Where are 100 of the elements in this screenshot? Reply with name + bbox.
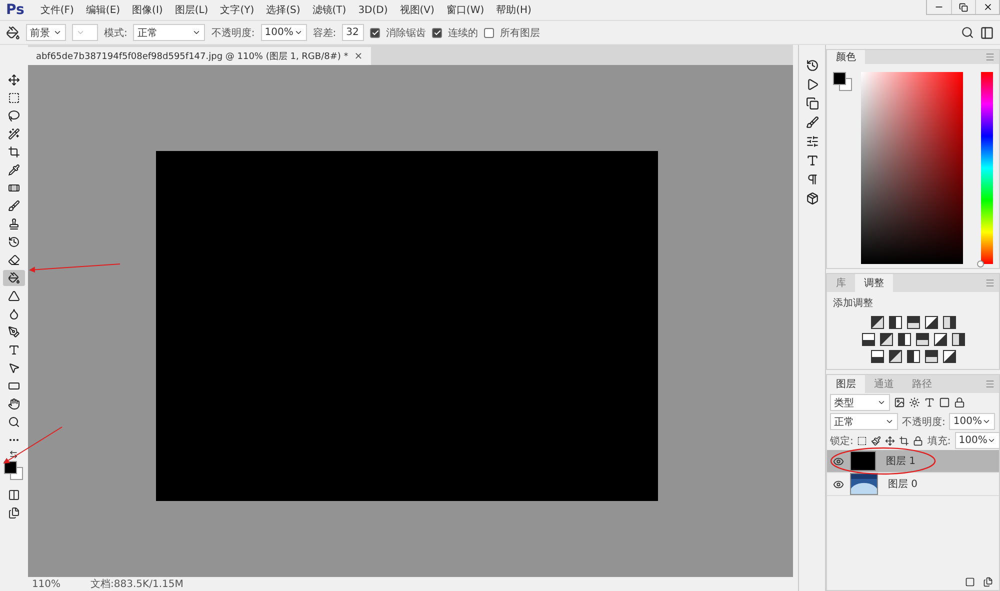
transform-icon[interactable] — [939, 397, 950, 408]
adjustment-icon[interactable] — [862, 333, 874, 346]
eye-icon[interactable] — [833, 456, 844, 466]
adjustment-icon[interactable] — [906, 316, 920, 329]
adjustment-icon[interactable] — [916, 333, 928, 346]
adjustment-icon[interactable] — [924, 350, 938, 363]
close-icon[interactable] — [982, 2, 992, 12]
adjustment-icon[interactable] — [888, 316, 902, 329]
caret-icon — [987, 436, 996, 445]
menu-item[interactable]: 视图(V) — [396, 3, 438, 17]
fill-field[interactable]: 100% — [954, 432, 1000, 449]
menu-item[interactable]: 选择(S) — [262, 3, 304, 17]
panel-heading: 添加调整 — [832, 296, 874, 311]
sliders-icon[interactable] — [806, 135, 819, 148]
play-icon[interactable] — [806, 78, 819, 91]
caret-icon — [877, 398, 886, 407]
color-field[interactable] — [861, 72, 963, 264]
annotation-arrow — [3, 426, 62, 464]
close-tab-icon[interactable]: × — [354, 50, 363, 62]
layer-thumbnail — [850, 451, 876, 471]
history-icon[interactable] — [806, 59, 819, 72]
adjustment-icon[interactable] — [888, 350, 902, 363]
zoom-level: 110% — [32, 578, 61, 590]
menu-item[interactable]: 图层(L) — [170, 3, 212, 17]
adjustment-icon[interactable] — [942, 350, 956, 363]
checkbox-label: 所有图层 — [500, 26, 540, 40]
adjustment-icon[interactable] — [880, 333, 892, 346]
panel-tab[interactable]: 颜色 — [827, 50, 865, 64]
tolerance-field[interactable]: 32 — [342, 24, 364, 41]
quick-mask-icon[interactable] — [8, 489, 20, 501]
color-swatches-drawing[interactable] — [4, 461, 24, 481]
paint-bucket-icon[interactable] — [6, 26, 20, 40]
adjustment-icon[interactable] — [870, 350, 884, 363]
brush-icon[interactable] — [871, 436, 882, 446]
menu-item[interactable]: 图像(I) — [128, 3, 167, 17]
panel-tab[interactable]: 图层 — [827, 375, 865, 393]
fill-label: 填充: — [927, 434, 951, 448]
restore-icon[interactable] — [959, 2, 968, 12]
adjustment-icon[interactable] — [942, 316, 956, 329]
checkbox-label: 连续的 — [448, 26, 478, 40]
search-icon[interactable] — [961, 26, 974, 39]
menu-item[interactable]: 文件(F) — [36, 3, 78, 17]
mode-label: 模式: — [104, 26, 128, 40]
menu-item[interactable]: 窗口(W) — [442, 3, 488, 17]
workspace-icon[interactable] — [980, 26, 994, 40]
crop-icon[interactable] — [899, 436, 910, 446]
adjustment-icon[interactable] — [934, 333, 946, 346]
pilcrow-icon[interactable] — [806, 173, 819, 186]
caret-icon — [294, 28, 303, 37]
checkbox[interactable] — [484, 28, 494, 38]
layer-row[interactable]: 图层 1 — [827, 450, 999, 473]
lock-icon[interactable] — [954, 397, 965, 408]
swap-colors-icon[interactable] — [9, 450, 18, 459]
fill-source-select[interactable]: 前景 — [26, 24, 66, 41]
checkbox[interactable] — [370, 28, 380, 38]
slider-thumb[interactable] — [976, 260, 984, 268]
app-logo: Ps — [6, 2, 24, 18]
menu-item[interactable]: 3D(D) — [354, 4, 392, 16]
document-size: 文档:883.5K/1.15M — [90, 578, 184, 591]
mask-icon[interactable] — [965, 577, 975, 587]
menu-item[interactable]: 帮助(H) — [492, 3, 536, 17]
menu-item[interactable]: 滤镜(T) — [308, 3, 350, 17]
screen-mode-icon[interactable] — [8, 507, 20, 519]
tolerance-label: 容差: — [312, 26, 336, 40]
type-icon[interactable] — [924, 397, 935, 408]
paint-bucket-icon[interactable] — [2, 270, 25, 286]
checker-icon[interactable] — [857, 436, 868, 446]
layer-name: 图层 1 — [886, 455, 916, 468]
color-swatches-drawing[interactable] — [833, 72, 853, 92]
document-tab[interactable]: abf65de7b387194f5f08ef98d595f147.jpg @ 110% (图层 1, RGB/8#) * × — [28, 47, 371, 65]
package-icon[interactable] — [806, 192, 819, 205]
clone-icon[interactable] — [806, 97, 819, 110]
checkbox-label: 消除锯齿 — [386, 26, 426, 40]
move-icon[interactable] — [885, 436, 896, 446]
caret-icon — [982, 417, 992, 426]
type-icon[interactable] — [806, 154, 819, 167]
image-icon[interactable] — [894, 397, 905, 408]
menu-item[interactable]: 编辑(E) — [82, 3, 124, 17]
menu-item[interactable]: 文字(Y) — [216, 3, 258, 17]
adjustment-icon[interactable] — [924, 316, 938, 329]
opacity-field[interactable]: 100% — [949, 413, 996, 430]
blend-mode-select[interactable]: 正常 — [830, 413, 898, 430]
caret-icon — [885, 417, 894, 426]
panel-tab[interactable]: 调整 — [855, 274, 893, 292]
caret-icon — [192, 28, 202, 37]
checkbox[interactable] — [432, 28, 442, 38]
lock-label: 锁定: — [830, 434, 854, 448]
mode-select[interactable]: 正常 — [133, 24, 206, 41]
adjustment-icon[interactable] — [906, 350, 920, 363]
adjustment-icon[interactable] — [870, 316, 884, 329]
layer-row[interactable]: 图层 0 — [827, 473, 999, 496]
eye-icon[interactable] — [833, 478, 844, 490]
adjustment-icon[interactable] — [898, 333, 910, 346]
lock-icon[interactable] — [913, 436, 924, 446]
adjustment-icon[interactable] — [952, 333, 964, 346]
layer-filter-select[interactable]: 类型 — [830, 394, 890, 411]
caret-icon — [76, 28, 85, 37]
opacity-label: 不透明度: — [902, 416, 946, 428]
brush-icon[interactable] — [806, 116, 819, 129]
opacity-field[interactable]: 100% — [260, 24, 307, 41]
